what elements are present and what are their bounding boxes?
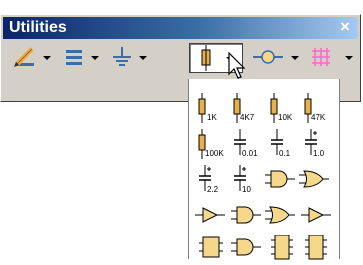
- close-button[interactable]: ×: [336, 18, 354, 36]
- component-label: 0.1: [279, 149, 291, 158]
- component-label: 0.01: [242, 149, 258, 158]
- buffer-gate-icon: [195, 207, 225, 223]
- chevron-down-icon[interactable]: [43, 56, 51, 60]
- resistor-100k-item[interactable]: 100K: [197, 129, 227, 159]
- ic-chip-item[interactable]: [269, 235, 299, 265]
- resistor-4k7-item[interactable]: 4K7: [232, 93, 262, 123]
- and-gate-item-2[interactable]: [231, 201, 261, 231]
- resistor-10k-item[interactable]: 10K: [269, 93, 299, 123]
- ic-chip-item-2[interactable]: [303, 235, 333, 265]
- mouse-cursor-icon: [228, 52, 246, 79]
- electrolytic-2.2-item[interactable]: 2.2: [197, 165, 227, 195]
- pen-edit-icon: [14, 47, 34, 67]
- grid-icon: [312, 48, 330, 66]
- and-gate-item[interactable]: [265, 165, 295, 195]
- capacitor-0.01-item[interactable]: 0.01: [232, 129, 262, 159]
- window-title: Utilities: [9, 19, 67, 36]
- component-label: 10: [242, 185, 251, 194]
- grid-tool[interactable]: [309, 45, 359, 71]
- resistor-47k-item[interactable]: 47K: [303, 93, 333, 123]
- component-label: 4K7: [240, 113, 255, 122]
- chevron-down-icon[interactable]: [139, 56, 147, 60]
- chevron-down-icon[interactable]: [91, 56, 99, 60]
- component-icon: [201, 45, 211, 71]
- component-label: 2.2: [207, 185, 219, 194]
- ground-tool[interactable]: [109, 45, 153, 71]
- or-gate-item[interactable]: [299, 165, 329, 195]
- component-label: 47K: [311, 113, 326, 122]
- capacitor-0.1-item[interactable]: 0.1: [269, 129, 299, 159]
- probe-icon: [253, 50, 283, 64]
- align-lines-icon: [66, 50, 82, 65]
- and-gate-item-3[interactable]: [231, 235, 261, 265]
- component-label: 10K: [278, 113, 293, 122]
- ic-chip-icon: [305, 235, 327, 260]
- utilities-toolbar: [3, 41, 358, 73]
- or-gate-item-2[interactable]: [265, 201, 295, 231]
- ic-chip-icon: [271, 235, 293, 260]
- component-label: 1.0: [313, 149, 325, 158]
- electrolytic-10-item[interactable]: 10: [232, 165, 262, 195]
- buffer-gate-item[interactable]: [195, 201, 225, 231]
- component-palette: 1K 4K7 10K 47K 100K 0.01 0.1 1.0 2.2 10: [188, 79, 340, 260]
- component-label: 100K: [205, 149, 224, 158]
- resistor-1k-item[interactable]: 1K: [197, 93, 227, 123]
- and-gate-icon: [265, 170, 295, 188]
- chevron-down-icon[interactable]: [345, 56, 353, 60]
- ground-icon: [113, 47, 131, 66]
- align-lines-tool[interactable]: [61, 45, 105, 71]
- buffer-gate-item-2[interactable]: [301, 201, 331, 231]
- component-label: 1K: [207, 113, 217, 122]
- ic-chip-icon: [199, 236, 223, 258]
- or-gate-icon: [265, 206, 295, 224]
- pen-edit-tool[interactable]: [13, 45, 57, 71]
- buffer-gate-icon: [301, 207, 331, 223]
- chevron-down-icon[interactable]: [291, 56, 299, 60]
- and-gate-icon: [231, 238, 261, 256]
- probe-tool[interactable]: [253, 45, 303, 71]
- electrolytic-1.0-item[interactable]: 1.0: [303, 129, 333, 159]
- or-gate-icon: [299, 170, 329, 188]
- and-gate-icon: [231, 206, 261, 224]
- ic-socket-item[interactable]: [197, 235, 227, 265]
- title-bar[interactable]: Utilities ×: [3, 17, 358, 39]
